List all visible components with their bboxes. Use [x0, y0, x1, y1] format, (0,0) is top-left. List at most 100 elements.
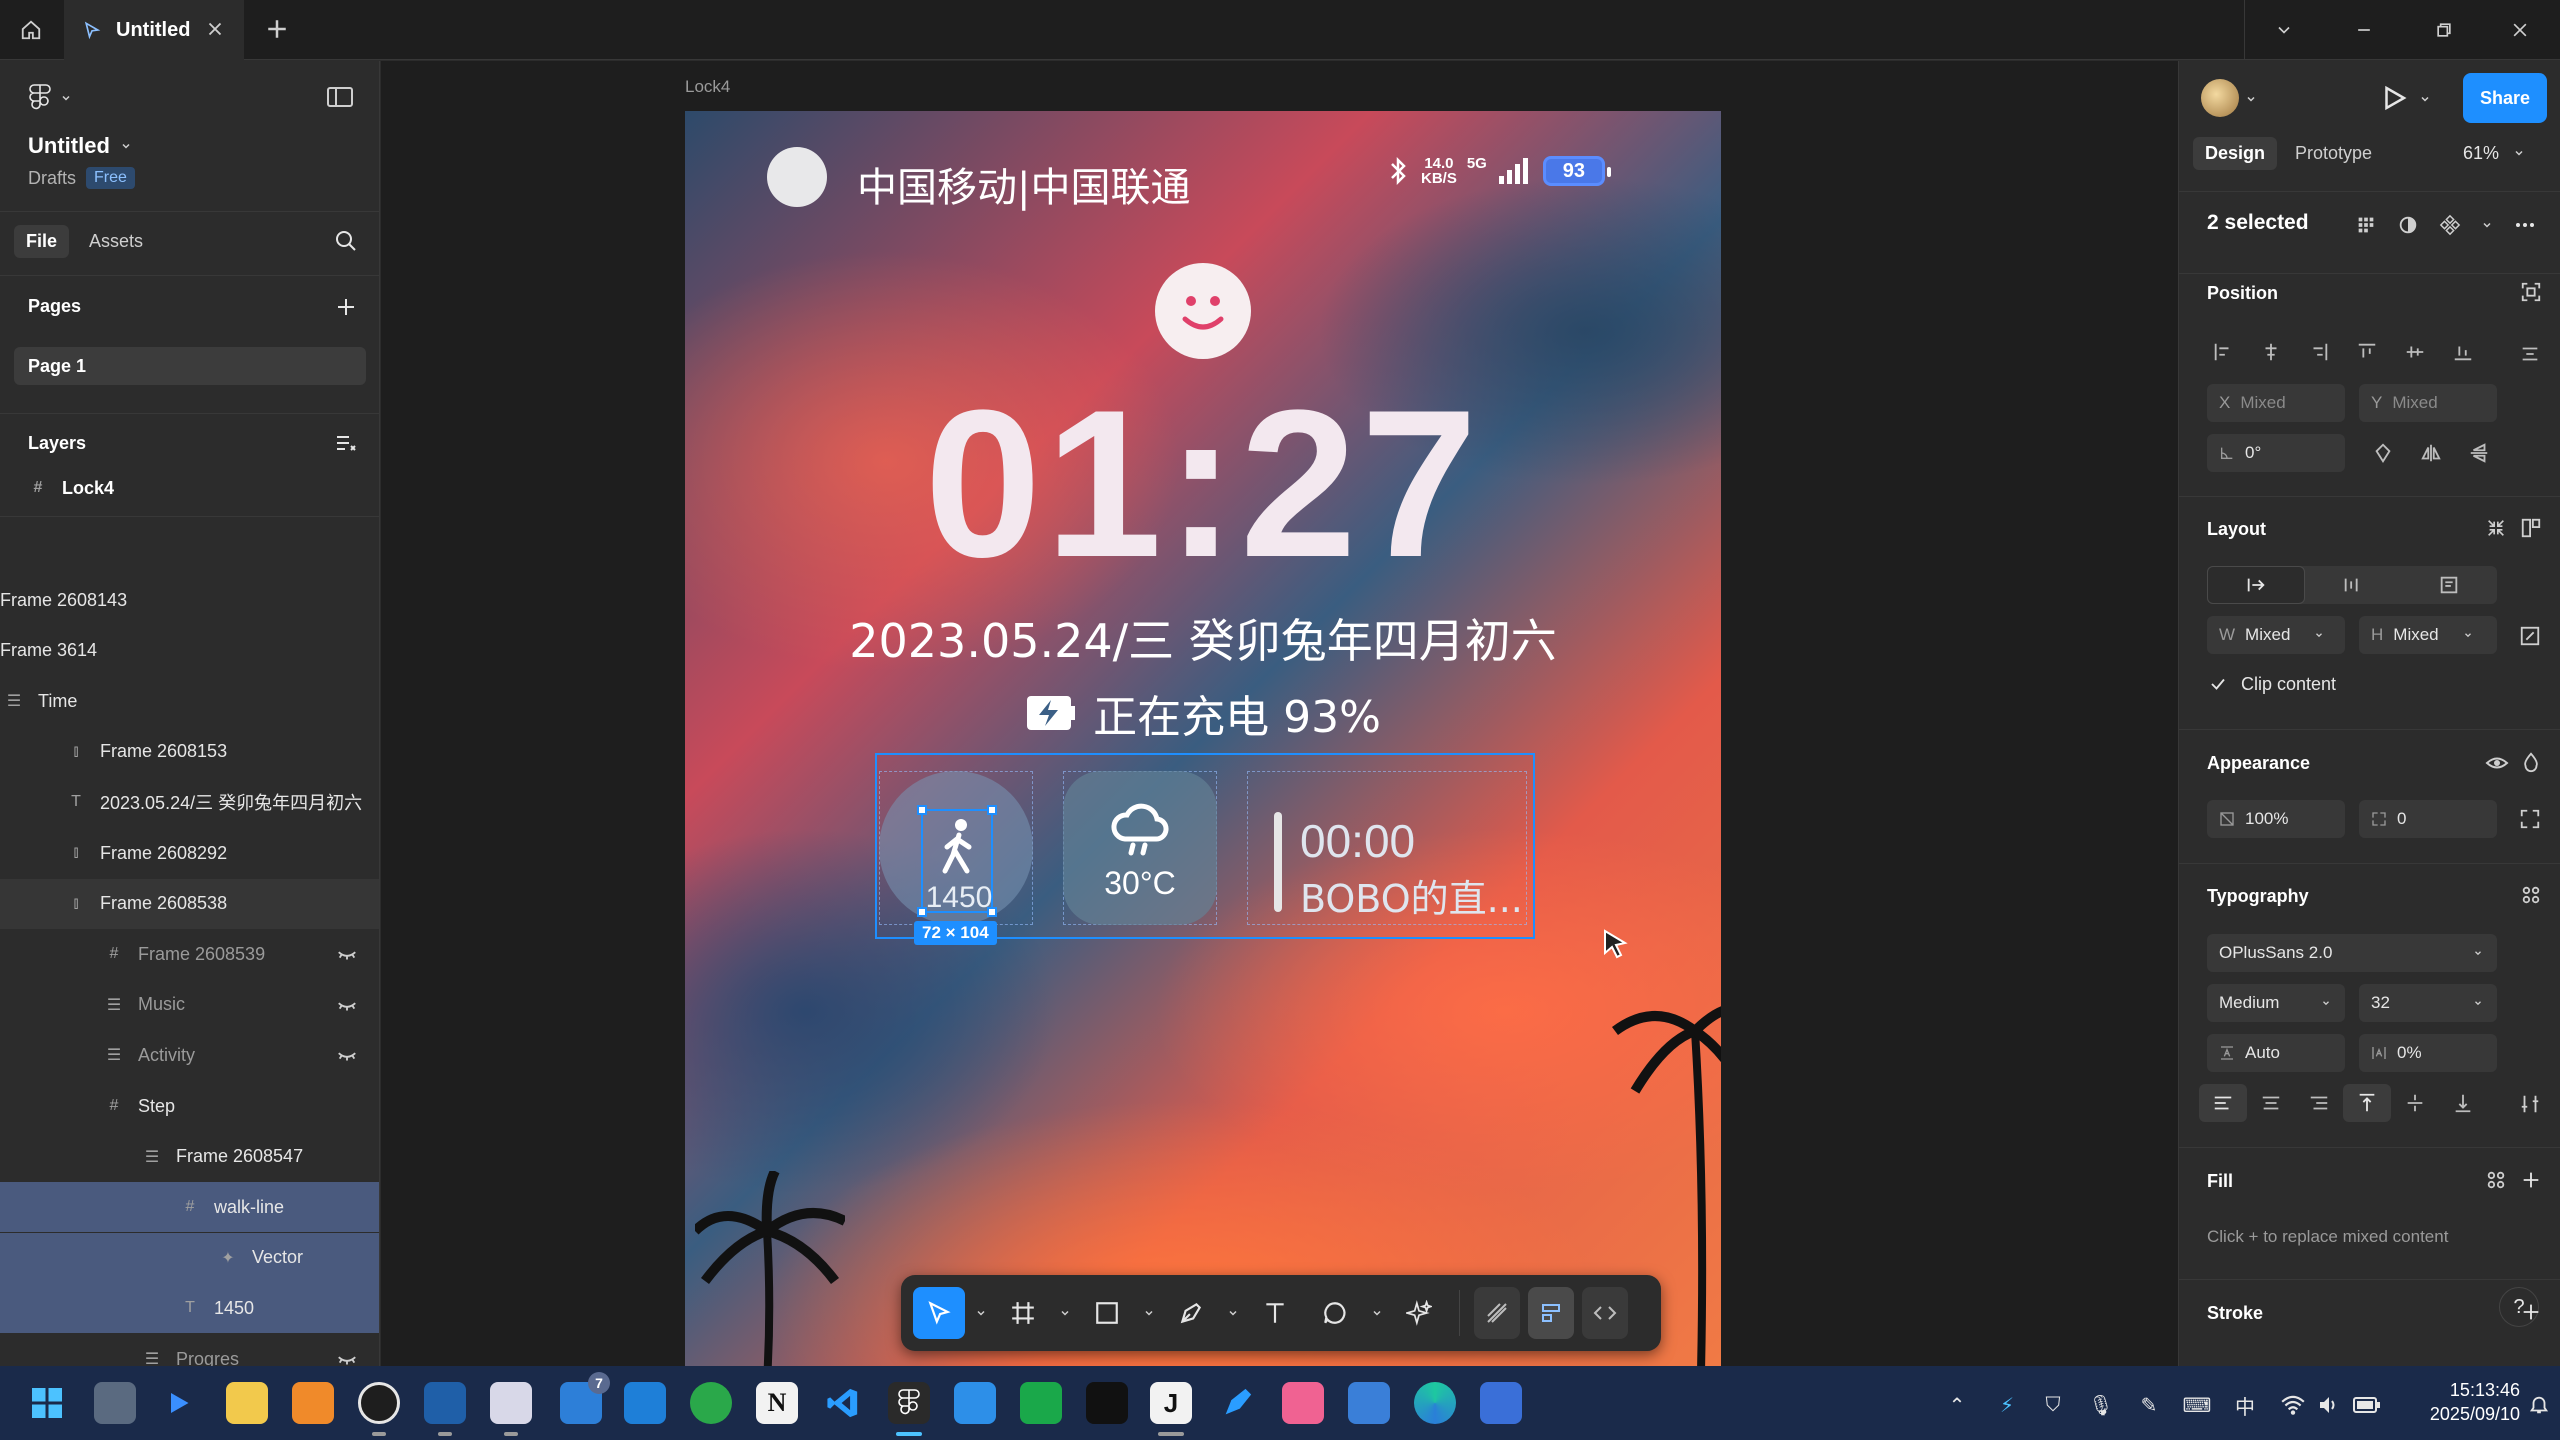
letter-spacing-input[interactable]: 0%: [2359, 1034, 2497, 1072]
tab-prototype[interactable]: Prototype: [2285, 137, 2382, 170]
distribute-icon[interactable]: [2519, 343, 2541, 365]
pen-tool-menu[interactable]: [1225, 1307, 1241, 1319]
constraints-icon[interactable]: [2519, 625, 2541, 647]
text-align-right-button[interactable]: [2295, 1084, 2343, 1122]
shape-tool-menu[interactable]: [1141, 1307, 1157, 1319]
bolt-tray-icon[interactable]: ⚡: [1990, 1388, 2024, 1422]
layer-row[interactable]: ⫾ Frame 2608538: [0, 878, 379, 929]
tab-file[interactable]: File: [14, 225, 70, 258]
layer-row[interactable]: Frame 3614: [0, 626, 379, 676]
keyboard-icon[interactable]: ⌨: [2180, 1388, 2214, 1422]
comment-tool-menu[interactable]: [1369, 1307, 1385, 1319]
pen-app-icon[interactable]: [1216, 1382, 1258, 1424]
file-explorer-icon[interactable]: [226, 1382, 268, 1424]
page-item-1[interactable]: Page 1: [14, 347, 366, 385]
tabs-dropdown-button[interactable]: [2244, 0, 2324, 60]
layer-row[interactable]: ☰ Activity: [0, 1030, 379, 1080]
align-left-button[interactable]: [2199, 333, 2247, 371]
layer-row[interactable]: ⫾ Frame 2608153: [0, 727, 379, 777]
tray-overflow-icon[interactable]: ⌃: [1940, 1388, 1974, 1422]
vscode-icon[interactable]: [822, 1382, 864, 1424]
text-tool[interactable]: [1249, 1287, 1301, 1339]
move-tool[interactable]: [913, 1287, 965, 1339]
text-align-left-button[interactable]: [2199, 1084, 2247, 1122]
new-tab-icon[interactable]: [262, 14, 292, 44]
layer-row[interactable]: T 2023.05.24/三 癸卯兔年四月初六: [0, 777, 379, 827]
close-tab-icon[interactable]: [204, 18, 226, 40]
flip-vertical-button[interactable]: [2455, 434, 2503, 472]
font-weight-select[interactable]: Medium: [2207, 984, 2345, 1022]
shape-tool[interactable]: [1081, 1287, 1133, 1339]
dev-mode-tool[interactable]: [1582, 1287, 1628, 1339]
vertical-align-bottom-button[interactable]: [2439, 1084, 2487, 1122]
pen-tray-icon[interactable]: ✎: [2132, 1388, 2166, 1422]
width-input[interactable]: W Mixed: [2207, 616, 2345, 654]
pen-tool[interactable]: [1165, 1287, 1217, 1339]
chat-app-icon[interactable]: [690, 1382, 732, 1424]
more-icon[interactable]: [2513, 213, 2537, 237]
xmind-icon[interactable]: [954, 1382, 996, 1424]
collapse-layers-icon[interactable]: [334, 431, 358, 455]
notion-icon[interactable]: N: [756, 1382, 798, 1424]
eye-closed-icon[interactable]: [336, 994, 358, 1016]
notifications-icon[interactable]: [2522, 1388, 2556, 1422]
text-align-center-button[interactable]: [2247, 1084, 2295, 1122]
zoom-menu[interactable]: 61%: [2463, 143, 2525, 164]
height-input[interactable]: H Mixed: [2359, 616, 2497, 654]
font-family-select[interactable]: OPlusSans 2.0: [2207, 934, 2497, 972]
radius-input[interactable]: 0: [2359, 800, 2497, 838]
vertical-align-middle-button[interactable]: [2391, 1084, 2439, 1122]
add-stroke-icon[interactable]: [2520, 1301, 2542, 1323]
align-middle-button[interactable]: [2391, 333, 2439, 371]
layer-row[interactable]: # Frame 2608539: [0, 929, 379, 979]
music-widget[interactable]: 00:00 BOBO的直...: [1247, 771, 1527, 925]
tools-app-icon[interactable]: 7: [560, 1372, 610, 1424]
battery-tray-icon[interactable]: [2350, 1388, 2384, 1422]
add-page-icon[interactable]: [334, 295, 358, 319]
component-icon[interactable]: [2439, 214, 2461, 236]
obs-icon[interactable]: [358, 1382, 400, 1424]
align-bottom-button[interactable]: [2439, 333, 2487, 371]
layout-wrap[interactable]: [2401, 566, 2497, 604]
comment-tool[interactable]: [1309, 1287, 1361, 1339]
text-styles-icon[interactable]: [2520, 884, 2542, 906]
y-input[interactable]: Y Mixed: [2359, 384, 2497, 422]
task-view-icon[interactable]: [94, 1382, 136, 1424]
font-size-input[interactable]: 32: [2359, 984, 2497, 1022]
chevron-down-icon[interactable]: [2245, 93, 2257, 105]
layer-row[interactable]: ⫾ Frame 2608292: [0, 828, 379, 878]
align-top-button[interactable]: [2343, 333, 2391, 371]
security-tray-icon[interactable]: ⛉: [2036, 1388, 2070, 1422]
maximize-button[interactable]: [2404, 0, 2484, 60]
fill-styles-icon[interactable]: [2485, 1169, 2507, 1191]
flip-horizontal-button[interactable]: [2407, 434, 2455, 472]
frame-tool-menu[interactable]: [1057, 1307, 1073, 1319]
eye-closed-icon[interactable]: [336, 1044, 358, 1066]
close-window-button[interactable]: [2480, 0, 2560, 60]
sheets-app-icon[interactable]: [1020, 1382, 1062, 1424]
monitor-app-icon[interactable]: [424, 1382, 466, 1424]
chevron-down-icon[interactable]: [2481, 219, 2493, 231]
layer-row[interactable]: ☰ Frame 2608547: [0, 1132, 379, 1182]
layout-freeform[interactable]: [2207, 566, 2305, 604]
align-center-h-button[interactable]: [2247, 333, 2295, 371]
layer-row[interactable]: ✦ Vector: [0, 1232, 379, 1283]
opacity-input[interactable]: 100%: [2207, 800, 2345, 838]
text-settings-icon[interactable]: [2519, 1093, 2541, 1115]
drop-icon[interactable]: [2520, 751, 2542, 773]
widget-selection[interactable]: 1450 72 × 104 30°C 00:00 BOBO的直...: [875, 753, 1535, 945]
tab-design[interactable]: Design: [2193, 137, 2278, 170]
notepad-app-icon[interactable]: [1480, 1382, 1522, 1424]
drafts-label[interactable]: Drafts: [28, 168, 76, 189]
ime-indicator[interactable]: 中: [2228, 1388, 2262, 1422]
jetbrains-icon[interactable]: J: [1150, 1382, 1192, 1424]
toggle-sidebar-icon[interactable]: [326, 85, 354, 109]
avatar[interactable]: [2201, 79, 2239, 117]
x-input[interactable]: X Mixed: [2207, 384, 2345, 422]
tab-assets[interactable]: Assets: [81, 225, 151, 258]
design-mode-tool[interactable]: [1528, 1287, 1574, 1339]
align-right-button[interactable]: [2295, 333, 2343, 371]
frame-label[interactable]: Lock4: [685, 77, 730, 97]
folder-app-icon[interactable]: [292, 1382, 334, 1424]
minimize-button[interactable]: [2324, 0, 2404, 60]
